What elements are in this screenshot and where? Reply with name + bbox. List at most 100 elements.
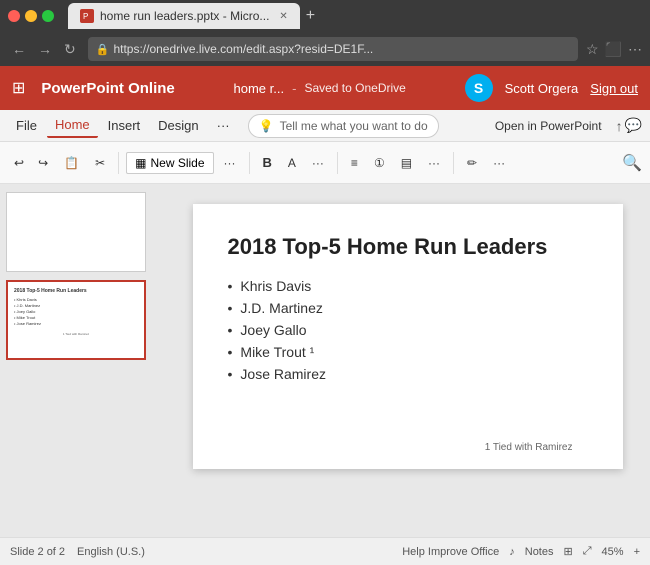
ribbon-divider-2 [249, 152, 250, 174]
bullet-text-2: J.D. Martinez [240, 300, 322, 316]
redo-button[interactable]: ↪ [32, 152, 54, 174]
browser-toolbar-icons: ☆ ⬛ ⋯ [586, 41, 642, 58]
tell-me-box[interactable]: 💡 Tell me what you want to do [248, 114, 439, 138]
zoom-in-icon[interactable]: + [634, 546, 640, 558]
extensions-icon[interactable]: ⬛ [605, 41, 622, 58]
bullet-item-1: • Khris Davis [228, 278, 588, 294]
slide-thumb-bullet-3: • Joey Gallo [14, 309, 138, 314]
address-bar[interactable]: 🔒 https://onedrive.live.com/edit.aspx?re… [88, 37, 578, 61]
slide-thumb-1[interactable]: 1 [6, 192, 159, 272]
slide-thumb-title: 2018 Top-5 Home Run Leaders [14, 288, 138, 294]
skype-letter: S [474, 80, 483, 96]
bullet-list: • Khris Davis • J.D. Martinez • Joey Gal… [228, 278, 588, 382]
font-more-button[interactable]: ··· [306, 152, 330, 174]
new-slide-button[interactable]: ▦ New Slide [126, 152, 213, 174]
bullet-text-4: Mike Trout ¹ [240, 344, 314, 360]
bullet-item-3: • Joey Gallo [228, 322, 588, 338]
share-icon[interactable]: ↑ [616, 118, 623, 134]
skype-icon[interactable]: S [465, 74, 493, 102]
url-text: https://onedrive.live.com/edit.aspx?resi… [113, 42, 373, 56]
grid-view-icon[interactable]: ⊞ [564, 545, 573, 558]
ribbon-divider-1 [118, 152, 119, 174]
undo-button[interactable]: ↩ [8, 152, 30, 174]
main-area: 1 2 2018 Top-5 Home Run Leaders • Khris … [0, 184, 650, 537]
slide-thumb-bullet-4: • Mike Trout [14, 315, 138, 320]
fit-icon[interactable]: ⤢ [583, 545, 592, 558]
bullet-dot-4: • [228, 344, 233, 360]
tell-me-text: Tell me what you want to do [280, 119, 428, 133]
tab-close-button[interactable]: ✕ [279, 11, 287, 22]
menu-more[interactable]: ··· [209, 114, 238, 137]
new-slide-label: New Slide [150, 156, 204, 170]
menu-icon[interactable]: ⋯ [628, 41, 642, 58]
traffic-lights [8, 10, 54, 22]
ribbon-divider-4 [453, 152, 454, 174]
slide-title: 2018 Top-5 Home Run Leaders [228, 234, 588, 260]
comment-icon[interactable]: 💬 [625, 117, 642, 134]
paste-button[interactable]: 📋 [58, 152, 85, 174]
slide-thumb-bullet-2: • J.D. Martinez [14, 303, 138, 308]
reload-button[interactable]: ↻ [60, 39, 80, 60]
font-color-button[interactable]: A [282, 152, 302, 174]
bullet-text-5: Jose Ramirez [240, 366, 326, 382]
help-improve[interactable]: Help Improve Office [402, 546, 499, 558]
bullet-item-2: • J.D. Martinez [228, 300, 588, 316]
list-button[interactable]: ≡ [345, 152, 364, 174]
fullscreen-button[interactable] [42, 10, 54, 22]
notes-label[interactable]: Notes [525, 546, 554, 558]
slide-blank-content [7, 193, 145, 271]
open-in-ppt-button[interactable]: Open in PowerPoint [487, 115, 610, 137]
bullet-dot-3: • [228, 322, 233, 338]
address-bar-row: ← → ↻ 🔒 https://onedrive.live.com/edit.a… [0, 32, 650, 66]
doc-separator: - [292, 81, 296, 96]
cut-button[interactable]: ✂ [89, 152, 111, 174]
lightbulb-icon: 💡 [259, 119, 274, 133]
slide-footnote: 1 Tied with Ramirez [485, 442, 573, 453]
menu-bar: File Home Insert Design ··· 💡 Tell me wh… [0, 110, 650, 142]
doc-saved-status: Saved to OneDrive [304, 81, 405, 95]
numbering-button[interactable]: ① [368, 152, 391, 174]
status-bar: Slide 2 of 2 English (U.S.) Help Improve… [0, 537, 650, 565]
nav-buttons: ← → ↻ [8, 39, 80, 60]
search-button[interactable]: 🔍 [622, 153, 642, 173]
title-bar: P home run leaders.pptx - Micro... ✕ + [0, 0, 650, 32]
tab-bar: P home run leaders.pptx - Micro... ✕ + [68, 3, 642, 29]
close-button[interactable] [8, 10, 20, 22]
canvas-area: 2018 Top-5 Home Run Leaders • Khris Davi… [165, 184, 650, 537]
slide-canvas[interactable]: 2018 Top-5 Home Run Leaders • Khris Davi… [193, 204, 623, 469]
bullet-item-5: • Jose Ramirez [228, 366, 588, 382]
sign-out-button[interactable]: Sign out [590, 81, 638, 96]
bold-button[interactable]: B [257, 151, 278, 174]
app-name: PowerPoint Online [41, 80, 174, 97]
align-button[interactable]: ▤ [395, 152, 418, 174]
forward-button[interactable]: → [34, 39, 56, 60]
menu-design[interactable]: Design [150, 114, 206, 137]
slide-thumb-bullet-5: • Jose Ramirez [14, 321, 138, 326]
drawing-button[interactable]: ✏ [461, 152, 483, 174]
language-indicator: English (U.S.) [77, 546, 145, 558]
tab-title: home run leaders.pptx - Micro... [100, 9, 269, 23]
bullet-dot-5: • [228, 366, 233, 382]
app-grid-icon[interactable]: ⊞ [12, 78, 25, 98]
slide-panel: 1 2 2018 Top-5 Home Run Leaders • Khris … [0, 184, 165, 537]
star-icon[interactable]: ☆ [586, 41, 599, 58]
slide-info: Slide 2 of 2 [10, 546, 65, 558]
drawing-more[interactable]: ··· [487, 152, 511, 174]
more-button[interactable]: ··· [218, 152, 242, 174]
slide-thumb-footnote: 1 Tied with Ramirez [14, 332, 138, 336]
lock-icon: 🔒 [96, 43, 110, 56]
bullet-item-4: • Mike Trout ¹ [228, 344, 588, 360]
browser-chrome: P home run leaders.pptx - Micro... ✕ + ←… [0, 0, 650, 66]
menu-file[interactable]: File [8, 114, 45, 137]
paragraph-more[interactable]: ··· [422, 152, 446, 174]
minimize-button[interactable] [25, 10, 37, 22]
active-tab[interactable]: P home run leaders.pptx - Micro... ✕ [68, 3, 300, 29]
bullet-text-3: Joey Gallo [240, 322, 306, 338]
back-button[interactable]: ← [8, 39, 30, 60]
tab-favicon: P [80, 9, 94, 23]
doc-filename: home r... [234, 81, 285, 96]
menu-insert[interactable]: Insert [100, 114, 149, 137]
new-tab-button[interactable]: + [306, 7, 315, 25]
slide-thumb-2[interactable]: 2 2018 Top-5 Home Run Leaders • Khris Da… [6, 280, 159, 360]
menu-home[interactable]: Home [47, 113, 98, 138]
